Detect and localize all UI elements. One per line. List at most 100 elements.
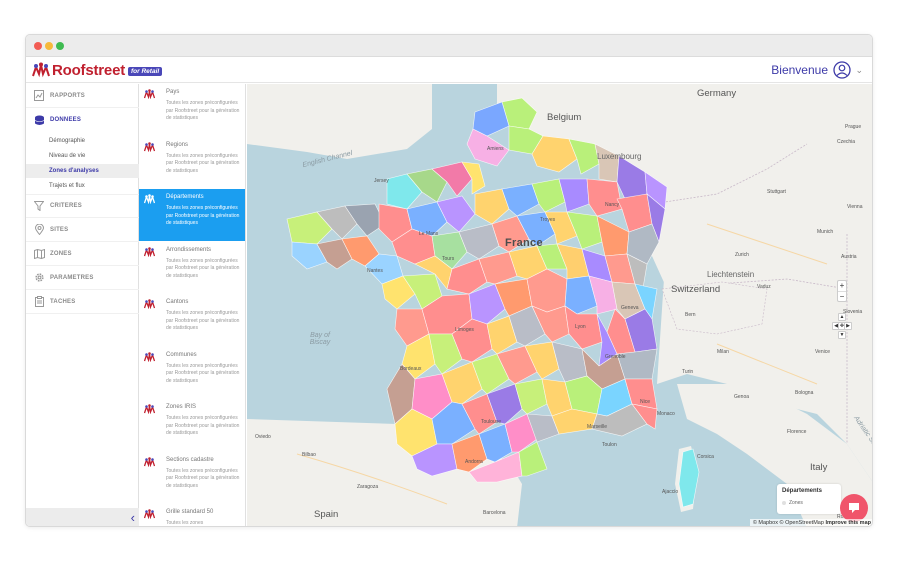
maximize-window-button[interactable]: [56, 42, 64, 50]
zone-type-zones-iris[interactable]: Zones IRIS Toutes les zones préconfigurée…: [139, 399, 245, 451]
zone-title: Arrondissements: [166, 246, 212, 253]
land-britain: [247, 84, 432, 159]
zone-description: Toutes les zones préconfigurées par Roof…: [166, 467, 240, 489]
legend-title: Départements: [782, 488, 823, 494]
zone-logo-icon: [144, 141, 155, 152]
sidebar-item-donnees[interactable]: DONNEES: [26, 108, 139, 132]
sidebar-item-parametres[interactable]: PARAMETRES: [26, 266, 139, 290]
sidebar-item-label: RAPPORTS: [50, 92, 85, 99]
filter-icon: [33, 200, 45, 212]
map-label-munich: Munich: [817, 229, 834, 235]
map-view[interactable]: Germany Belgium Luxembourg France Switze…: [247, 84, 872, 526]
zone-title: Sections cadastre: [166, 456, 214, 463]
window-titlebar: [26, 35, 872, 57]
map-label-luxembourg: Luxembourg: [597, 152, 642, 161]
report-icon: [33, 90, 45, 102]
subnav-demographie[interactable]: Démographie: [26, 134, 139, 148]
map-label-florence: Florence: [787, 429, 807, 435]
map-label-nancy: Nancy: [605, 202, 620, 208]
map-label-barcelona: Barcelona: [483, 510, 506, 516]
zoom-control: + −: [837, 280, 847, 302]
subnav-zones-analyses[interactable]: Zones d'analyses: [26, 164, 139, 178]
logo-icon: [32, 62, 50, 78]
map-label-grenoble: Grenoble: [605, 354, 626, 360]
attribution-text[interactable]: © Mapbox © OpenStreetMap: [753, 520, 824, 526]
improve-map-link[interactable]: Improve this map: [825, 520, 871, 526]
user-avatar-icon[interactable]: [833, 61, 851, 79]
pan-right-button[interactable]: ▶: [844, 322, 852, 330]
zone-type-cantons[interactable]: Cantons Toutes les zones préconfigurées p…: [139, 294, 245, 346]
map-label-bologna: Bologna: [795, 390, 814, 396]
zone-title: Départements: [166, 194, 204, 200]
zone-title: Zones IRIS: [166, 404, 197, 410]
app-logo[interactable]: Roofstreet for Retail: [32, 61, 163, 79]
sidebar-footer: ‹: [26, 508, 139, 526]
map-label-troyes: Troyes: [540, 217, 556, 223]
map-label-toulon: Toulon: [602, 442, 617, 448]
map-label-le-mans: Le Mans: [419, 231, 439, 237]
browser-window: Roofstreet for Retail Bienvenue ⌄ RAPPOR…: [25, 34, 873, 527]
gear-icon: [33, 272, 45, 284]
zone-type-communes[interactable]: Communes Toutes les zones préconfigurées …: [139, 347, 245, 399]
map-label-stuttgart: Stuttgart: [767, 189, 786, 195]
map-label-toulouse: Toulouse: [481, 419, 502, 425]
map-label-monaco: Monaco: [657, 411, 675, 417]
map-label-austria: Austria: [841, 254, 857, 260]
map-label-ajaccio: Ajaccio: [662, 489, 679, 495]
zone-logo-icon: [144, 246, 155, 257]
zone-type-departements[interactable]: Départements Toutes les zones préconfigur…: [139, 189, 245, 241]
map-label-corsica: Corsica: [697, 454, 714, 460]
map-label-czechia: Czechia: [837, 139, 856, 145]
zone-logo-icon: [144, 351, 155, 362]
zoom-out-button[interactable]: −: [838, 291, 846, 301]
map-label-milan: Milan: [717, 349, 729, 355]
map-label-geneva: Geneva: [621, 305, 639, 311]
map-label-vaduz: Vaduz: [757, 284, 771, 290]
zoom-in-button[interactable]: +: [838, 281, 846, 291]
zone-type-grille-standard-50[interactable]: Grille standard 50 Toutes les zones: [139, 504, 245, 526]
sidebar: RAPPORTS DONNEES Démographie Niveau de v…: [26, 84, 139, 526]
sidebar-item-sites[interactable]: SITES: [26, 218, 139, 242]
zone-description: Toutes les zones: [166, 520, 204, 526]
pan-up-button[interactable]: ▲: [838, 313, 846, 321]
map-label-genoa: Genoa: [734, 394, 750, 400]
sidebar-item-taches[interactable]: TACHES: [26, 290, 139, 314]
database-icon: [33, 114, 45, 126]
zone-type-arrondissements[interactable]: Arrondissements Toutes les zones préconfi…: [139, 242, 245, 294]
map-label-jersey: Jersey: [374, 178, 389, 184]
zone-logo-icon: [144, 89, 155, 99]
map-label-nice: Nice: [640, 399, 651, 405]
sidebar-item-label: SITES: [50, 226, 69, 233]
chat-bubble-icon: [849, 503, 859, 513]
map-label-germany: Germany: [697, 88, 737, 99]
sidebar-item-criteres[interactable]: CRITERES: [26, 194, 139, 218]
pan-down-button[interactable]: ▼: [838, 331, 846, 339]
zone-description: Toutes les zones préconfigurées par Roof…: [166, 310, 240, 331]
zone-type-sections-cadastre[interactable]: Sections cadastre Toutes les zones précon…: [139, 452, 245, 504]
zone-logo-icon: [144, 509, 155, 519]
chat-button[interactable]: [840, 494, 868, 522]
close-window-button[interactable]: [34, 42, 42, 50]
map-label-venice: Venice: [815, 349, 831, 355]
map-label-bern: Bern: [685, 312, 696, 318]
zone-type-pays[interactable]: Pays Toutes les zones préconfigurées par …: [139, 84, 245, 136]
sidebar-item-label: PARAMETRES: [50, 274, 94, 281]
subnav-trajets-flux[interactable]: Trajets et flux: [26, 179, 139, 193]
minimize-window-button[interactable]: [45, 42, 53, 50]
map-label-spain: Spain: [314, 509, 339, 520]
zone-logo-icon: [144, 456, 155, 467]
subnav-niveau-de-vie[interactable]: Niveau de vie: [26, 149, 139, 163]
map-label-oviedo: Oviedo: [255, 434, 271, 440]
map-label-liechtenstein: Liechtenstein: [707, 270, 755, 279]
collapse-sidebar-button[interactable]: ‹: [131, 511, 135, 525]
sidebar-item-rapports[interactable]: RAPPORTS: [26, 84, 139, 108]
map-icon: [33, 248, 45, 260]
zone-description: Toutes les zones préconfigurées par Roof…: [166, 100, 240, 121]
zone-type-regions[interactable]: Regions Toutes les zones préconfigurées p…: [139, 137, 245, 189]
user-menu-chevron-icon[interactable]: ⌄: [855, 65, 863, 76]
zone-logo-icon: [144, 299, 155, 309]
map-basemap: [247, 84, 872, 526]
map-label-bilbao: Bilbao: [302, 452, 316, 458]
sidebar-item-zones[interactable]: ZONES: [26, 242, 139, 266]
map-label-biscay: Bay of Biscay: [309, 332, 331, 346]
